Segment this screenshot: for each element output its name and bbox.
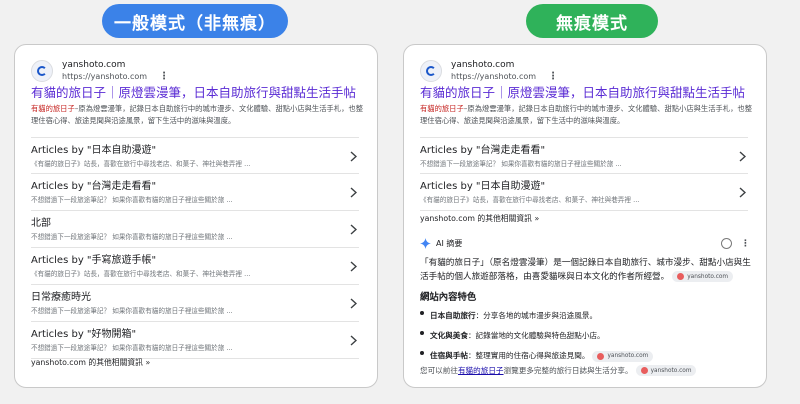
- site-favicon-icon: [420, 59, 442, 82]
- more-options-icon[interactable]: ⋮: [741, 239, 750, 249]
- ai-footer-note: 您可以前往 有貓的旅日子 瀏覽更多完整的旅行日誌與生活分享。 yanshoto.com: [420, 365, 756, 376]
- list-item: 文化與美食 ：記錄當地的文化體驗與特色甜點小店。: [420, 326, 756, 346]
- incognito-mode-result-card: yanshoto.com https://yanshoto.com ⋮ 有貓的旅日…: [403, 44, 767, 388]
- chevron-right-icon: [347, 333, 359, 347]
- site-link[interactable]: 有貓的旅日子: [458, 365, 504, 376]
- incognito-mode-label: 無痕模式: [526, 4, 658, 38]
- site-favicon-icon: [677, 273, 685, 280]
- sitelink-row[interactable]: Articles by "台灣走走看看" 不想錯過下一段旅途筆記？ 如果你喜歡有貓…: [31, 174, 359, 211]
- sitelinks-list: Articles by "台灣走走看看" 不想錯過下一段旅途筆記？ 如果你喜歡有貓…: [420, 137, 748, 211]
- sitelink-row[interactable]: Articles by "日本自助漫遊" 《有貓的旅日子》站長，喜歡在旅行中尋找老…: [420, 174, 748, 211]
- ai-overview-label: AI 摘要: [436, 239, 463, 248]
- result-source[interactable]: yanshoto.com https://yanshoto.com ⋮: [420, 59, 558, 82]
- sitelink-row[interactable]: Articles by "好物開箱" 不想錯過下一段旅途筆記？ 如果你喜歡有貓的旅…: [31, 322, 359, 359]
- sitelink-row[interactable]: Articles by "手寫旅遊手帳" 《有貓的旅日子》站長，喜歡在旅行中尋找老…: [31, 248, 359, 285]
- chevron-right-icon: [347, 185, 359, 199]
- sitelink-row[interactable]: 日常療癒時光 不想錯過下一段旅途筆記？ 如果你喜歡有貓的旅日子裡這些關於旅 ...: [31, 285, 359, 322]
- list-item: 住宿與手帖 ：整理實用的住宿心得與旅途見聞。 yanshoto.com: [420, 346, 756, 366]
- ai-section-title: 網站內容特色: [420, 292, 477, 303]
- source-chip[interactable]: yanshoto.com: [592, 350, 654, 362]
- sparkle-icon: [420, 238, 431, 249]
- globe-icon[interactable]: [721, 238, 732, 249]
- chevron-right-icon: [736, 185, 748, 199]
- result-title-link[interactable]: 有貓的旅日子｜原燈雲漫筆，日本自助旅行與甜點生活手帖: [420, 85, 756, 101]
- sitelink-row[interactable]: Articles by "台灣走走看看" 不想錯過下一段旅途筆記？ 如果你喜歡有貓…: [420, 137, 748, 174]
- chevron-right-icon: [347, 149, 359, 163]
- sitelinks-list: Articles by "日本自助漫遊" 《有貓的旅日子》站長，喜歡在旅行中尋找老…: [31, 137, 359, 359]
- chevron-right-icon: [347, 259, 359, 273]
- chevron-right-icon: [736, 149, 748, 163]
- site-favicon-icon: [31, 59, 53, 82]
- source-chip[interactable]: yanshoto.com: [635, 365, 697, 376]
- more-results-link[interactable]: yanshoto.com 的其他相關資訊 »: [31, 357, 150, 368]
- ai-overview-header: AI 摘要 ⋮: [420, 238, 750, 249]
- ai-feature-list: 日本自助旅行 ：分享各地的城市漫步與沿途風景。 文化與美食 ：記錄當地的文化體驗與特…: [420, 306, 756, 366]
- site-url: https://yanshoto.com: [451, 72, 537, 81]
- source-chip[interactable]: yanshoto.com: [672, 271, 734, 282]
- list-item: 日本自助旅行 ：分享各地的城市漫步與沿途風景。: [420, 306, 756, 326]
- more-options-icon[interactable]: ⋮: [548, 71, 558, 82]
- result-title-link[interactable]: 有貓的旅日子｜原燈雲漫筆，日本自助旅行與甜點生活手帖: [31, 85, 367, 101]
- chevron-right-icon: [347, 222, 359, 236]
- result-snippet: 有貓的旅日子–原為燈雲漫筆，記錄日本自助旅行中的城市漫步、文化體驗、甜點小店與生…: [420, 104, 753, 125]
- more-options-icon[interactable]: ⋮: [159, 71, 169, 82]
- site-name: yanshoto.com: [451, 60, 515, 70]
- site-url: https://yanshoto.com: [62, 72, 148, 81]
- chevron-right-icon: [347, 296, 359, 310]
- site-favicon-icon: [597, 352, 605, 360]
- ai-overview-summary: 「有貓的旅日子」（原名燈雲漫筆）是一個記錄日本自助旅行、城市漫步、甜點小店與生活…: [420, 258, 751, 282]
- more-results-link[interactable]: yanshoto.com 的其他相關資訊 »: [420, 213, 539, 224]
- site-name: yanshoto.com: [62, 60, 126, 70]
- result-source[interactable]: yanshoto.com https://yanshoto.com ⋮: [31, 59, 169, 82]
- site-favicon-icon: [640, 367, 648, 374]
- normal-mode-label: 一般模式（非無痕）: [102, 4, 288, 38]
- result-snippet: 有貓的旅日子–原為燈雲漫筆，記錄日本自助旅行中的城市漫步、文化體驗、甜點小店與生…: [31, 104, 364, 125]
- sitelink-row[interactable]: 北部 不想錯過下一段旅途筆記？ 如果你喜歡有貓的旅日子裡這些關於旅 ...: [31, 211, 359, 248]
- sitelink-row[interactable]: Articles by "日本自助漫遊" 《有貓的旅日子》站長，喜歡在旅行中尋找老…: [31, 137, 359, 174]
- normal-mode-result-card: yanshoto.com https://yanshoto.com ⋮ 有貓的旅日…: [14, 44, 378, 388]
